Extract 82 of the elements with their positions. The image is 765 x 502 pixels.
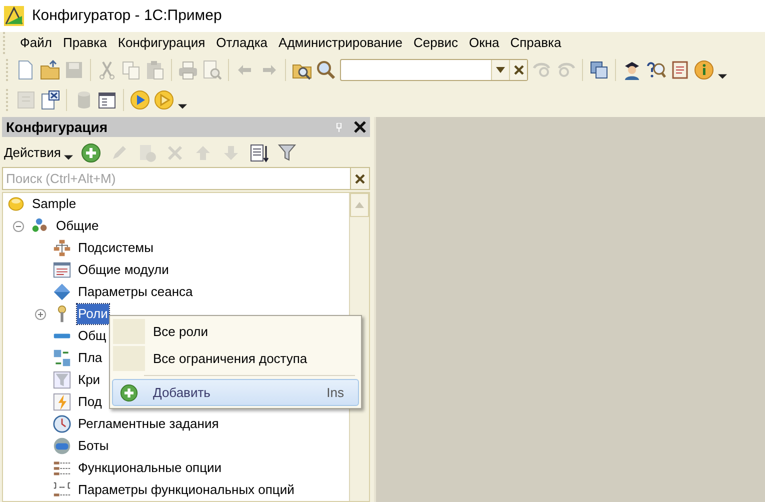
collapse-icon[interactable] <box>12 220 24 232</box>
exchange-icon <box>53 349 71 367</box>
caret-icon <box>718 74 727 79</box>
actions-menu-button[interactable]: Действия <box>4 143 73 163</box>
menu-item[interactable]: Администрирование <box>274 33 408 53</box>
menu-item[interactable]: Правка <box>58 33 112 53</box>
close-icon[interactable] <box>354 121 366 133</box>
tree-item[interactable]: Параметры сеанса <box>77 282 194 302</box>
expand-icon[interactable] <box>34 308 46 320</box>
close-icon <box>355 174 365 184</box>
window-title: Конфигуратор - 1С:Пример <box>32 6 222 26</box>
funnel-icon <box>53 371 71 389</box>
close-icon[interactable] <box>514 65 524 75</box>
search-field[interactable]: Поиск (Ctrl+Alt+M) <box>2 167 350 190</box>
diamond-icon <box>53 283 71 301</box>
play-button[interactable] <box>128 88 152 112</box>
window-list-icon <box>97 90 117 110</box>
list-sort-icon <box>248 143 269 163</box>
plus-circle-icon <box>80 143 101 163</box>
caret-icon <box>64 154 73 160</box>
info-button[interactable] <box>692 58 716 82</box>
tree-item[interactable]: Под <box>77 392 103 412</box>
tree-item[interactable]: Кри <box>77 370 102 390</box>
funnel-icon <box>276 143 297 163</box>
menu-item[interactable]: Все роли <box>112 318 359 346</box>
play-outline-icon <box>154 90 174 110</box>
menu-item[interactable]: Добавить Ins <box>112 379 359 406</box>
dropdown-arrow-icon[interactable] <box>496 67 505 73</box>
menu-item[interactable]: Сервис <box>408 33 464 53</box>
tree-item[interactable]: Параметры функциональных опций <box>77 480 296 500</box>
menu-item[interactable]: Окна <box>464 33 504 53</box>
panel-title: Конфигурация <box>6 118 108 137</box>
page-magnifier-icon <box>202 60 222 80</box>
hierarchy-icon <box>53 239 71 257</box>
tree-item[interactable]: Пла <box>77 348 104 368</box>
graduate-icon <box>622 60 642 80</box>
info-icon <box>694 60 714 80</box>
tree-item[interactable]: Подсистемы <box>77 238 154 258</box>
find-previous-icon <box>556 60 576 80</box>
clock-icon <box>53 415 71 433</box>
three-balls-icon <box>31 217 49 235</box>
option-parameters-icon <box>53 481 71 499</box>
tree-item[interactable]: Sample <box>31 194 78 214</box>
tree-item[interactable]: Общ <box>77 326 108 346</box>
bar-icon <box>53 333 71 339</box>
caret-icon <box>178 104 187 109</box>
search-combo-field[interactable] <box>340 59 528 81</box>
clipboard-icon <box>145 60 165 80</box>
tree-item[interactable]: Общие <box>55 216 100 236</box>
search-icon <box>316 60 336 80</box>
printer-icon <box>178 60 198 80</box>
tree-item[interactable]: Боты <box>77 436 110 456</box>
help-magnifier-icon <box>646 60 666 80</box>
play-icon <box>130 90 150 110</box>
module-icon <box>16 90 36 110</box>
plus-circle-icon <box>120 384 138 402</box>
tree-item[interactable]: Функциональные опции <box>77 458 223 478</box>
folder-button[interactable] <box>38 58 62 82</box>
tree-item[interactable]: Роли <box>77 304 109 324</box>
book-icon <box>670 60 690 80</box>
menu-item[interactable]: Справка <box>505 33 566 53</box>
document-cross-icon <box>40 90 60 110</box>
find-next-icon <box>532 60 552 80</box>
menu-item[interactable]: Отладка <box>211 33 273 53</box>
plus-circle-button[interactable] <box>78 141 103 165</box>
tree-item[interactable]: Общие модули <box>77 260 170 280</box>
windows-icon <box>589 60 609 80</box>
option-lines-icon <box>53 459 71 477</box>
tree-item[interactable]: Регламентные задания <box>77 414 220 434</box>
scissors-icon <box>97 60 117 80</box>
menu-item[interactable]: Файл <box>15 33 57 53</box>
sphere-icon <box>7 195 25 213</box>
menu-item[interactable]: Все ограничения доступа <box>112 345 359 372</box>
module-window-icon <box>53 261 71 279</box>
search-button[interactable] <box>314 58 338 82</box>
lightning-icon <box>53 393 71 411</box>
compass-logo-icon <box>4 6 24 26</box>
menu-item[interactable]: Конфигурация <box>112 33 210 53</box>
clear-button[interactable] <box>350 167 370 190</box>
folder-icon <box>40 60 60 80</box>
robot-icon <box>53 437 71 455</box>
copy-icon <box>121 60 141 80</box>
